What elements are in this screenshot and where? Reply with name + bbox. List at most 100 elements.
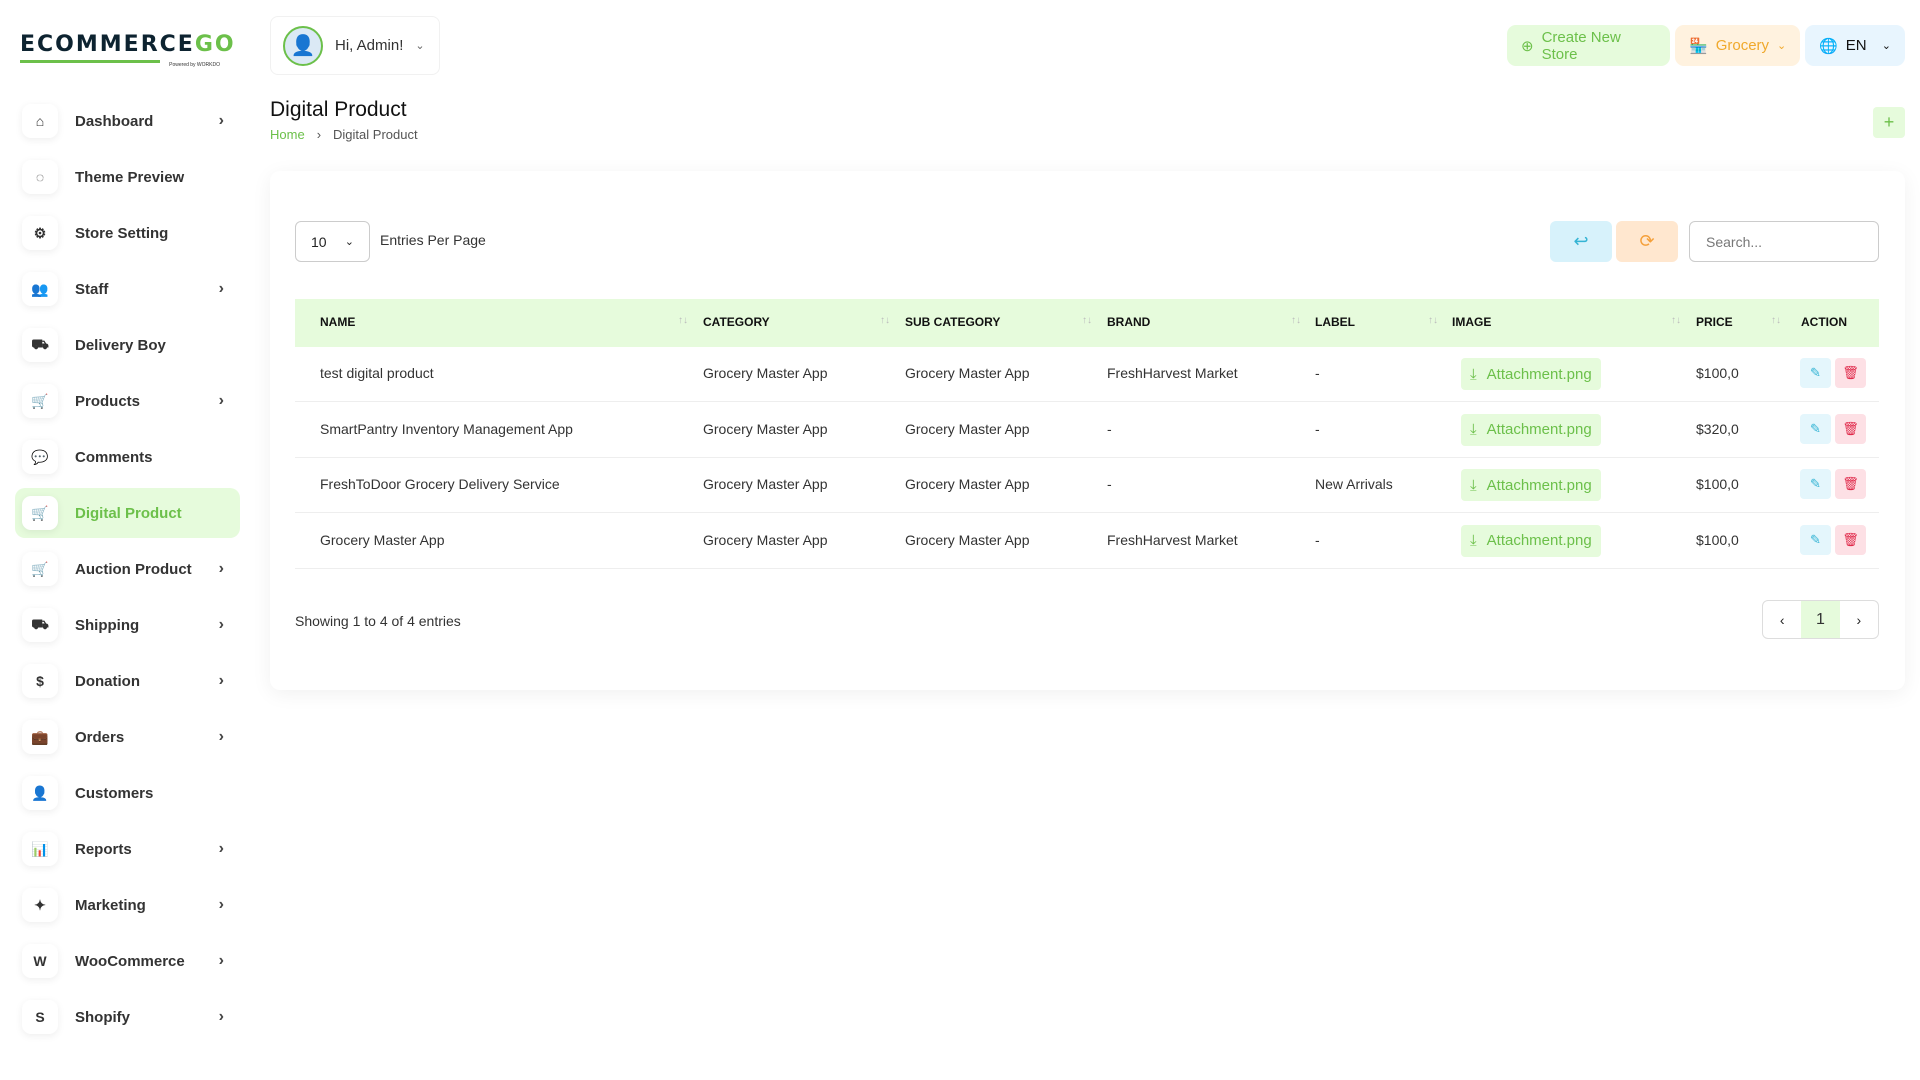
edit-button[interactable]: ✎	[1800, 469, 1831, 499]
staff-icon: 👥	[22, 272, 58, 306]
edit-button[interactable]: ✎	[1800, 358, 1831, 388]
sidebar-item-products[interactable]: 🛒Products›	[15, 376, 240, 426]
sidebar-item-comments[interactable]: 💬 Comments	[15, 432, 240, 482]
add-button[interactable]: +	[1873, 107, 1905, 138]
sidebar-item-store-setting[interactable]: ⚙Store Setting	[15, 208, 240, 258]
trash-icon: 🗑	[1842, 365, 1859, 381]
cell-label: -	[1315, 532, 1320, 548]
sidebar-item-label: Staff	[75, 281, 219, 298]
admin-menu[interactable]: 👤 Hi, Admin! ⌄	[270, 16, 440, 75]
sort-icon[interactable]: ↑↓	[1082, 315, 1092, 326]
cell-price: $100,0	[1696, 532, 1739, 548]
cell-label: -	[1315, 365, 1320, 381]
back-button[interactable]: ↩	[1550, 221, 1612, 262]
trash-icon: 🗑	[1842, 532, 1859, 548]
delete-button[interactable]: 🗑	[1835, 414, 1866, 444]
sidebar-item-theme-preview[interactable]: ◌Theme Preview	[15, 152, 240, 202]
search-input[interactable]	[1689, 221, 1879, 262]
column-header-label[interactable]: LABEL	[1315, 315, 1355, 329]
attachment-download-button[interactable]: ⤓Attachment.png	[1461, 469, 1601, 501]
cell-sub-category: Grocery Master App	[905, 532, 1030, 548]
sort-icon[interactable]: ↑↓	[1771, 315, 1781, 326]
sort-icon[interactable]: ↑↓	[1291, 315, 1301, 326]
attachment-download-button[interactable]: ⤓Attachment.png	[1461, 358, 1601, 390]
sidebar-item-woocommerce[interactable]: WWooCommerce›	[15, 936, 240, 986]
customers-icon: 👤	[22, 776, 58, 810]
sidebar-item-reports[interactable]: 📊Reports›	[15, 824, 240, 874]
chevron-right-icon: ›	[219, 616, 224, 634]
sort-icon[interactable]: ↑↓	[678, 315, 688, 326]
store-label: Grocery	[1716, 37, 1769, 54]
cell-sub-category: Grocery Master App	[905, 421, 1030, 437]
sidebar-item-dashboard[interactable]: ⌂Dashboard›	[15, 96, 240, 146]
column-header-name[interactable]: NAME	[320, 315, 355, 329]
breadcrumb-home[interactable]: Home	[270, 127, 305, 142]
logo[interactable]: ECOMMERCEGO Powered by WORKDO	[20, 32, 220, 63]
cell-price: $320,0	[1696, 421, 1739, 437]
sidebar-item-shopify[interactable]: SShopify›	[15, 992, 240, 1042]
column-header-action[interactable]: ACTION	[1801, 315, 1847, 329]
sort-icon[interactable]: ↑↓	[880, 315, 890, 326]
auction-product-icon: 🛒	[22, 552, 58, 586]
comments-icon: 💬	[22, 440, 58, 474]
sidebar-item-delivery-boy[interactable]: ⛟Delivery Boy	[15, 320, 240, 370]
cell-brand: FreshHarvest Market	[1107, 365, 1238, 381]
chevron-right-icon: ›	[219, 1008, 224, 1026]
chevron-right-icon: ›	[219, 560, 224, 578]
sidebar-item-marketing[interactable]: ✦Marketing›	[15, 880, 240, 930]
chevron-right-icon: ›	[219, 728, 224, 746]
sidebar-item-label: Orders	[75, 729, 219, 746]
logo-text: ECOMMERCE	[20, 32, 195, 57]
create-store-button[interactable]: ⊕Create New Store	[1507, 25, 1670, 66]
delete-button[interactable]: 🗑	[1835, 525, 1866, 555]
cell-name: FreshToDoor Grocery Delivery Service	[320, 476, 560, 492]
delete-button[interactable]: 🗑	[1835, 469, 1866, 499]
chevron-right-icon: ›	[219, 280, 224, 298]
column-header-brand[interactable]: BRAND	[1107, 315, 1150, 329]
theme-preview-icon: ◌	[22, 160, 58, 194]
cell-name: SmartPantry Inventory Management App	[320, 421, 573, 437]
column-header-price[interactable]: PRICE	[1696, 315, 1733, 329]
attachment-download-button[interactable]: ⤓Attachment.png	[1461, 414, 1601, 446]
sidebar-item-customers[interactable]: 👤Customers	[15, 768, 240, 818]
sidebar-item-label: Delivery Boy	[75, 337, 240, 354]
sort-icon[interactable]: ↑↓	[1671, 315, 1681, 326]
store-select[interactable]: 🏪Grocery⌄	[1675, 25, 1800, 66]
sidebar-item-staff[interactable]: 👥 Staff›	[15, 264, 240, 314]
sidebar-item-label: Digital Product	[75, 505, 240, 522]
sidebar-item-label: Shipping	[75, 617, 219, 634]
sidebar-item-label: Comments	[75, 449, 240, 466]
page-title: Digital Product	[270, 98, 407, 122]
sidebar-item-auction-product[interactable]: 🛒 Auction Product›	[15, 544, 240, 594]
pencil-icon: ✎	[1810, 365, 1821, 381]
delete-button[interactable]: 🗑	[1835, 358, 1866, 388]
column-header-category[interactable]: CATEGORY	[703, 315, 770, 329]
language-label: EN	[1846, 37, 1867, 54]
plus-circle-icon: ⊕	[1521, 37, 1534, 55]
sidebar-item-label: Auction Product	[75, 561, 219, 578]
attachment-download-button[interactable]: ⤓Attachment.png	[1461, 525, 1601, 557]
sort-icon[interactable]: ↑↓	[1428, 315, 1438, 326]
trash-icon: 🗑	[1842, 476, 1859, 492]
column-header-sub-category[interactable]: SUB CATEGORY	[905, 315, 1000, 329]
entries-label: Entries Per Page	[380, 232, 486, 248]
entries-select[interactable]: 10⌄	[295, 221, 370, 262]
reports-icon: 📊	[22, 832, 58, 866]
cell-brand: -	[1107, 421, 1112, 437]
next-page-button[interactable]: ›	[1840, 601, 1878, 638]
sidebar-item-orders[interactable]: 💼Orders›	[15, 712, 240, 762]
sidebar-item-shipping[interactable]: ⛟Shipping›	[15, 600, 240, 650]
refresh-button[interactable]: ⟳	[1616, 221, 1678, 262]
chevron-down-icon: ⌄	[415, 39, 424, 52]
sidebar-item-digital-product[interactable]: 🛒Digital Product	[15, 488, 240, 538]
language-select[interactable]: 🌐EN⌄	[1805, 25, 1905, 66]
edit-button[interactable]: ✎	[1800, 414, 1831, 444]
page-1-button[interactable]: 1	[1801, 601, 1839, 638]
sidebar-item-donation[interactable]: $Donation›	[15, 656, 240, 706]
column-header-image[interactable]: IMAGE	[1452, 315, 1491, 329]
edit-button[interactable]: ✎	[1800, 525, 1831, 555]
attachment-label: Attachment.png	[1487, 532, 1592, 549]
prev-page-button[interactable]: ‹	[1763, 601, 1801, 638]
cell-sub-category: Grocery Master App	[905, 365, 1030, 381]
table-row: test digital productGrocery Master AppGr…	[295, 347, 1879, 402]
